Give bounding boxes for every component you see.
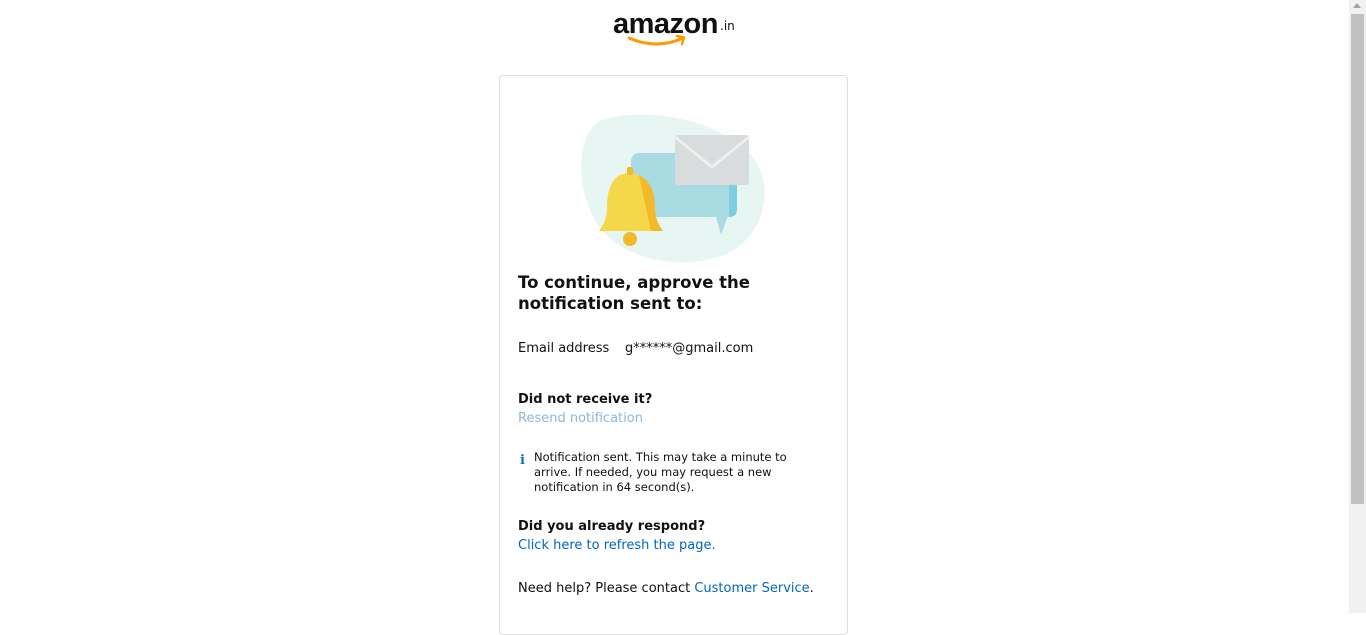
email-value: g******@gmail.com bbox=[625, 341, 754, 356]
approval-card: To continue, approve the notification se… bbox=[499, 75, 848, 635]
already-responded-heading: Did you already respond? bbox=[518, 519, 706, 534]
help-prefix: Need help? Please contact bbox=[518, 581, 695, 596]
refresh-page-link[interactable]: Click here to refresh the page. bbox=[518, 538, 716, 553]
help-suffix: . bbox=[809, 581, 814, 596]
amazon-logo[interactable]: amazon .in bbox=[613, 8, 743, 48]
vertical-scrollbar[interactable] bbox=[1349, 0, 1366, 613]
info-text: Notification sent. This may take a minut… bbox=[534, 450, 787, 494]
scrollbar-thumb[interactable] bbox=[1351, 14, 1364, 504]
customer-service-link[interactable]: Customer Service bbox=[694, 581, 809, 596]
email-label: Email address bbox=[518, 341, 610, 356]
notification-illustration bbox=[581, 114, 765, 263]
page-title: To continue, approve the notification se… bbox=[518, 273, 750, 313]
amazon-smile-icon bbox=[627, 34, 686, 46]
logo-tld: .in bbox=[720, 19, 735, 33]
scroll-up-arrow-icon[interactable] bbox=[1353, 3, 1361, 8]
resend-notification-link[interactable]: Resend notification bbox=[518, 411, 643, 426]
page: amazon .in To continue, approve the noti… bbox=[0, 0, 1349, 635]
not-received-heading: Did not receive it? bbox=[518, 392, 653, 407]
help-text: Need help? Please contact Customer Servi… bbox=[518, 581, 814, 596]
info-icon: i bbox=[520, 453, 525, 468]
